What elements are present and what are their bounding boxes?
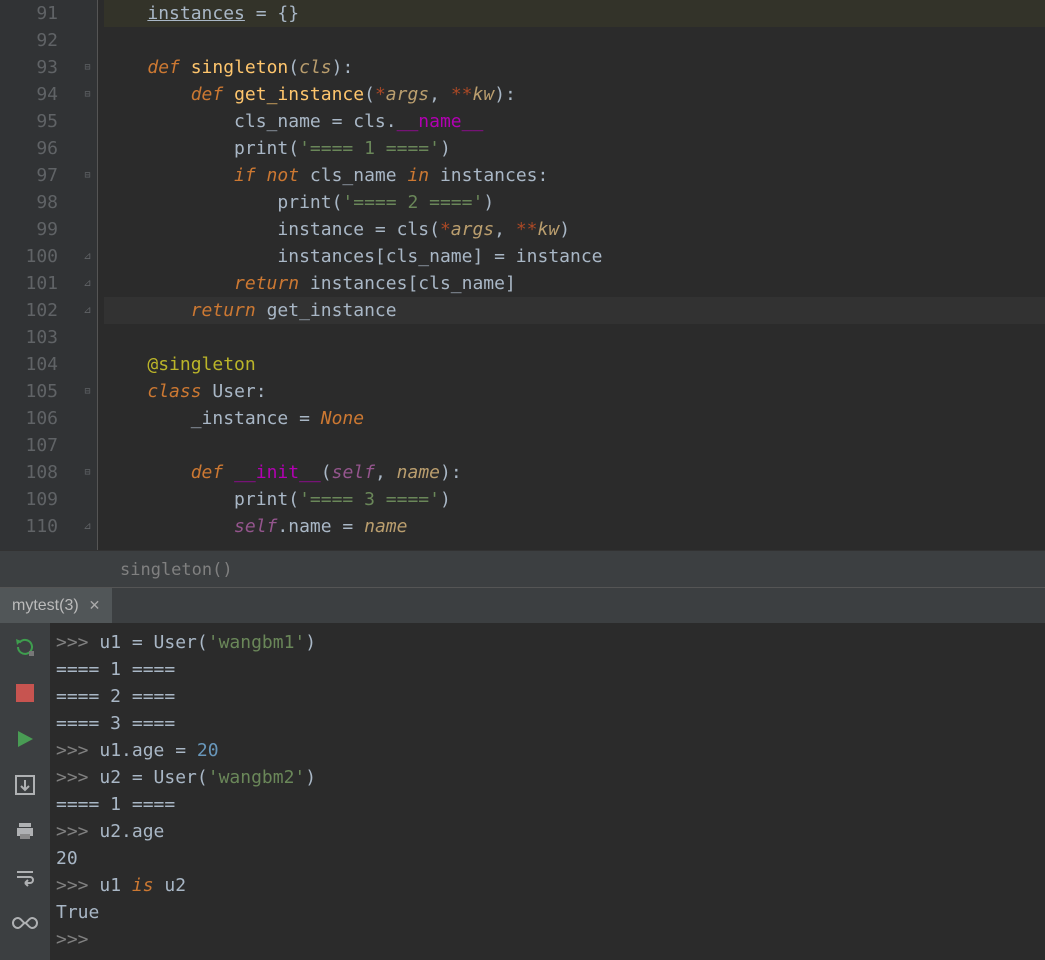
code-line[interactable]: print('==== 1 ====') xyxy=(104,135,1045,162)
console-toolbar xyxy=(0,623,50,960)
console-line: >>> u2 = User('wangbm2') xyxy=(56,764,1039,791)
code-line[interactable] xyxy=(104,324,1045,351)
console-tab-bar: mytest(3) ✕ xyxy=(0,588,1045,623)
code-line[interactable]: class User: xyxy=(104,378,1045,405)
code-line[interactable]: self.name = name xyxy=(104,513,1045,540)
line-number: 97 xyxy=(0,162,58,189)
code-line[interactable]: def __init__(self, name): xyxy=(104,459,1045,486)
fold-marker[interactable]: ⊿ xyxy=(78,243,97,270)
code-line[interactable]: instances[cls_name] = instance xyxy=(104,243,1045,270)
line-number: 94 xyxy=(0,81,58,108)
fold-marker xyxy=(78,216,97,243)
console-line: >>> u2.age xyxy=(56,818,1039,845)
console-line: >>> u1.age = 20 xyxy=(56,737,1039,764)
console-tab[interactable]: mytest(3) ✕ xyxy=(0,588,112,623)
fold-marker[interactable]: ⊿ xyxy=(78,297,97,324)
line-number: 93 xyxy=(0,54,58,81)
code-line[interactable]: cls_name = cls.__name__ xyxy=(104,108,1045,135)
line-number: 107 xyxy=(0,432,58,459)
console-line: 20 xyxy=(56,845,1039,872)
line-number: 98 xyxy=(0,189,58,216)
fold-column[interactable]: ⊟⊟⊟⊿⊿⊿⊟⊟⊿ xyxy=(78,0,98,550)
line-number-gutter: 9192939495969798991001011021031041051061… xyxy=(0,0,78,550)
console-line: ==== 1 ==== xyxy=(56,791,1039,818)
line-number: 103 xyxy=(0,324,58,351)
code-line[interactable]: if not cls_name in instances: xyxy=(104,162,1045,189)
editor-area[interactable]: 9192939495969798991001011021031041051061… xyxy=(0,0,1045,550)
stop-icon[interactable] xyxy=(11,679,39,707)
console-line: ==== 2 ==== xyxy=(56,683,1039,710)
code-line[interactable]: print('==== 3 ====') xyxy=(104,486,1045,513)
print-icon[interactable] xyxy=(11,817,39,845)
line-number: 106 xyxy=(0,405,58,432)
code-line[interactable] xyxy=(104,432,1045,459)
line-number: 100 xyxy=(0,243,58,270)
fold-marker xyxy=(78,108,97,135)
fold-marker xyxy=(78,0,97,27)
console-tab-label: mytest(3) xyxy=(12,597,79,615)
fold-marker xyxy=(78,432,97,459)
line-number: 108 xyxy=(0,459,58,486)
code-line[interactable] xyxy=(104,27,1045,54)
close-icon[interactable]: ✕ xyxy=(89,597,101,614)
fold-marker[interactable]: ⊟ xyxy=(78,54,97,81)
line-number: 92 xyxy=(0,27,58,54)
fold-marker[interactable]: ⊿ xyxy=(78,270,97,297)
line-number: 101 xyxy=(0,270,58,297)
console-area: >>> u1 = User('wangbm1')==== 1 ======== … xyxy=(0,623,1045,960)
fold-marker xyxy=(78,324,97,351)
fold-marker xyxy=(78,486,97,513)
console-line: ==== 1 ==== xyxy=(56,656,1039,683)
line-number: 109 xyxy=(0,486,58,513)
line-number: 99 xyxy=(0,216,58,243)
fold-marker[interactable]: ⊟ xyxy=(78,459,97,486)
line-number: 96 xyxy=(0,135,58,162)
line-number: 105 xyxy=(0,378,58,405)
console-line: True xyxy=(56,899,1039,926)
code-line[interactable]: def singleton(cls): xyxy=(104,54,1045,81)
play-icon[interactable] xyxy=(11,725,39,753)
console-line: >>> u1 = User('wangbm1') xyxy=(56,629,1039,656)
fold-marker xyxy=(78,405,97,432)
code-line[interactable]: instance = cls(*args, **kw) xyxy=(104,216,1045,243)
line-number: 95 xyxy=(0,108,58,135)
breadcrumb-text: singleton() xyxy=(120,560,233,580)
console-line: >>> u1 is u2 xyxy=(56,872,1039,899)
console-line: ==== 3 ==== xyxy=(56,710,1039,737)
fold-marker[interactable]: ⊟ xyxy=(78,378,97,405)
line-number: 110 xyxy=(0,513,58,540)
line-number: 91 xyxy=(0,0,58,27)
code-area[interactable]: instances = {} def singleton(cls): def g… xyxy=(98,0,1045,550)
code-line[interactable]: instances = {} xyxy=(104,0,1045,27)
code-line[interactable]: return get_instance xyxy=(104,297,1045,324)
fold-marker[interactable]: ⊿ xyxy=(78,513,97,540)
code-line[interactable]: @singleton xyxy=(104,351,1045,378)
fold-marker[interactable]: ⊟ xyxy=(78,81,97,108)
line-number: 102 xyxy=(0,297,58,324)
fold-marker[interactable]: ⊟ xyxy=(78,162,97,189)
code-line[interactable]: return instances[cls_name] xyxy=(104,270,1045,297)
fold-marker xyxy=(78,351,97,378)
console-line: >>> xyxy=(56,926,1039,953)
code-line[interactable]: def get_instance(*args, **kw): xyxy=(104,81,1045,108)
fold-marker xyxy=(78,27,97,54)
fold-marker xyxy=(78,135,97,162)
breadcrumb[interactable]: singleton() xyxy=(0,550,1045,588)
wrap-icon[interactable] xyxy=(11,863,39,891)
code-line[interactable]: _instance = None xyxy=(104,405,1045,432)
line-number: 104 xyxy=(0,351,58,378)
rerun-icon[interactable] xyxy=(11,633,39,661)
infinite-icon[interactable] xyxy=(11,909,39,937)
console-output[interactable]: >>> u1 = User('wangbm1')==== 1 ======== … xyxy=(50,623,1045,960)
fold-marker xyxy=(78,189,97,216)
layout-icon[interactable] xyxy=(11,771,39,799)
code-line[interactable]: print('==== 2 ====') xyxy=(104,189,1045,216)
